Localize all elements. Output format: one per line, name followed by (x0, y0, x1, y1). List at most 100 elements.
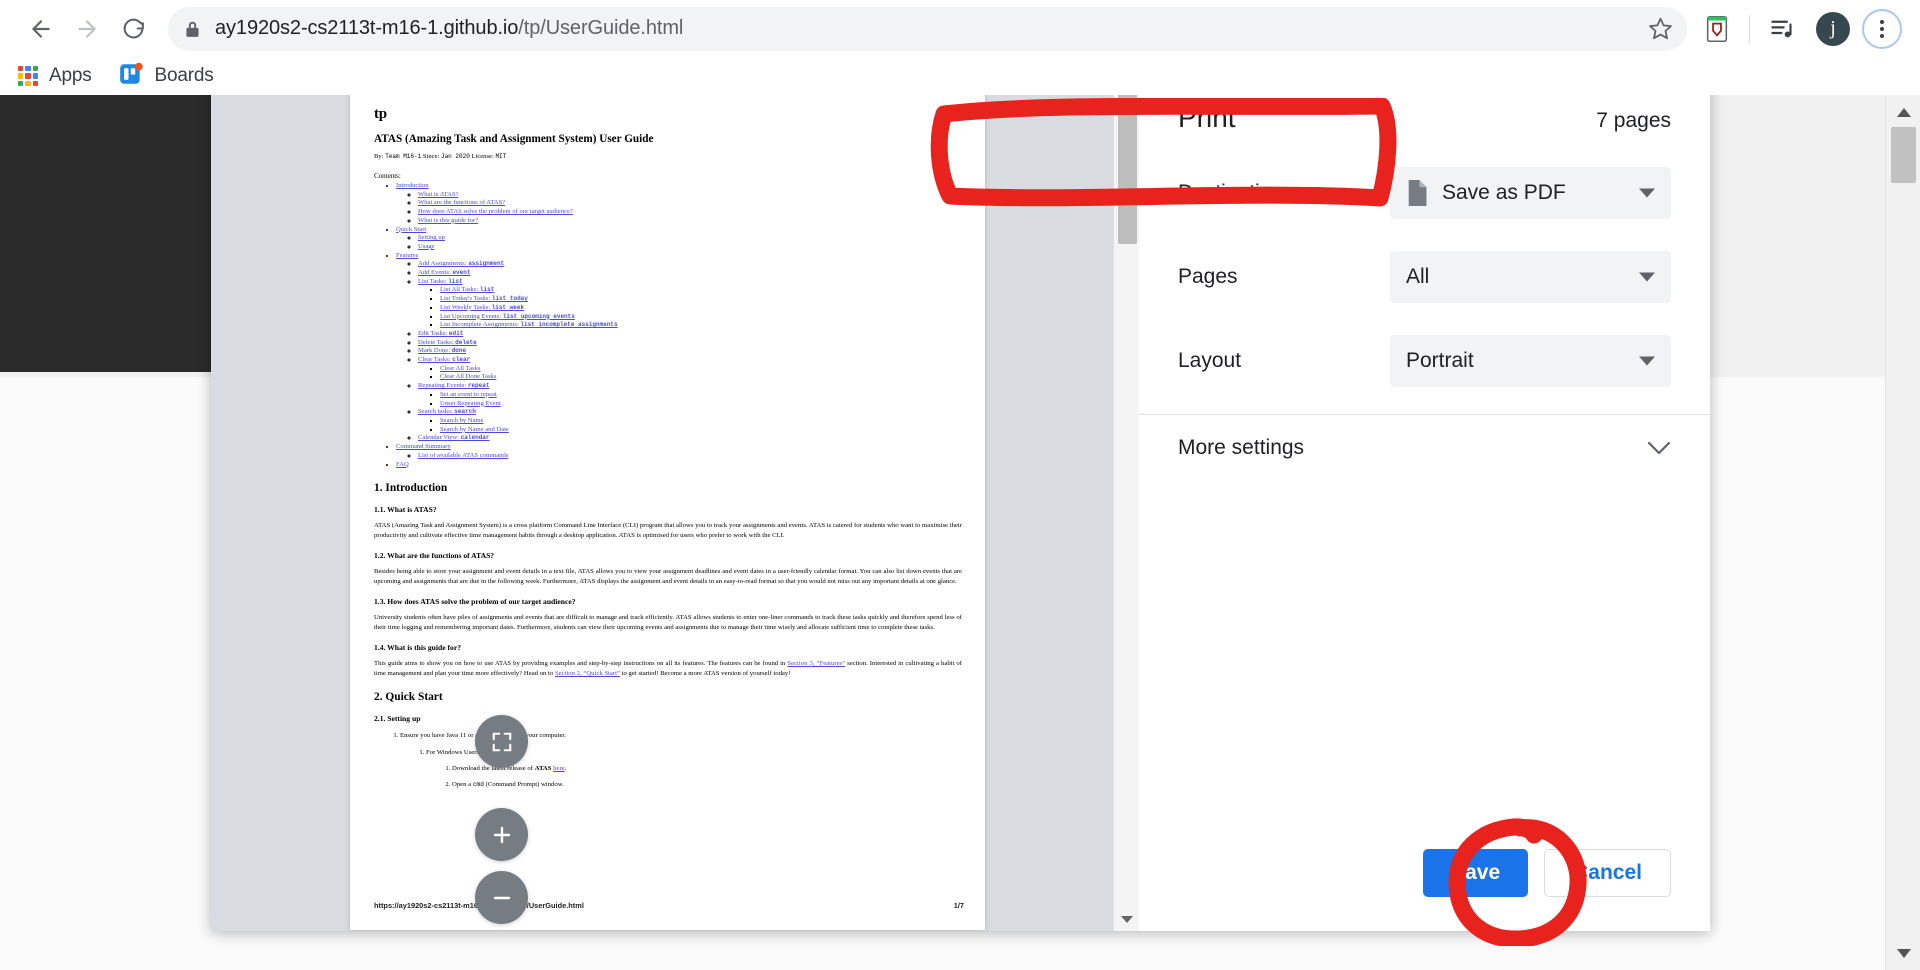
toc-link[interactable]: List All Tasks: list (440, 286, 494, 293)
bookmark-label: Apps (49, 65, 92, 86)
chevron-down-icon (1639, 272, 1655, 282)
toc-item: Clear Tasks: clear Clear All TasksClear A… (418, 356, 962, 382)
toc-item: List Today's Tasks: list today (440, 295, 962, 304)
layout-value: Portrait (1406, 349, 1474, 372)
toc-link[interactable]: Mark Done: done (418, 347, 466, 354)
doc-title: ATAS (Amazing Task and Assignment System… (374, 133, 654, 145)
toc-link[interactable]: Search by Name and Date (440, 426, 509, 433)
cancel-button[interactable]: Cancel (1544, 849, 1671, 897)
toc-link[interactable]: What are the functions of ATAS? (418, 199, 505, 206)
toc-link[interactable]: List Upcoming Events: list upcoming even… (440, 313, 575, 320)
pages-value: All (1406, 265, 1430, 288)
save-button[interactable]: Save (1423, 849, 1529, 897)
toc-link[interactable]: Clear All Tasks (440, 365, 480, 372)
toc-item: What are the functions of ATAS? (418, 199, 962, 208)
forward-button[interactable] (64, 6, 110, 52)
print-dialog: 4/4/2020 ATAS (Amazing Task and Assignme… (211, 52, 1710, 931)
preview-scrollbar[interactable] (1113, 52, 1139, 931)
section-1-1-body: ATAS (Amazing Task and Assignment System… (374, 522, 962, 539)
toc-sublist: Setting up Usage (418, 234, 962, 251)
toc-link[interactable]: Command Summary (396, 443, 451, 450)
toc-link[interactable]: List Tasks: list (418, 278, 463, 285)
zoom-in-button[interactable] (475, 808, 528, 861)
boards-icon (118, 61, 144, 92)
toc-item: Clear All Done Tasks (440, 373, 962, 382)
toc-link[interactable]: Add Assignments: assignment (418, 260, 504, 267)
profile-avatar[interactable]: j (1816, 11, 1850, 46)
toc-item: Search tasks: search Search by Name Search… (418, 408, 962, 434)
toc-link[interactable]: Clear Tasks: clear (418, 356, 470, 363)
toc-link[interactable]: Repeating Events: repeat (418, 382, 489, 389)
toc-item: List Weekly Tasks: list week (440, 304, 962, 313)
print-preview-pane: 4/4/2020 ATAS (Amazing Task and Assignme… (211, 52, 1139, 931)
toc-sublist: Clear All TasksClear All Done Tasks (440, 365, 962, 382)
section-1-1-heading: 1.1. What is ATAS? (374, 505, 437, 515)
zoom-out-button[interactable] (475, 871, 528, 924)
bookmark-boards[interactable]: Boards (118, 61, 214, 92)
toc-link[interactable]: FAQ (396, 461, 409, 468)
toc-link[interactable]: What is this guide for? (418, 217, 478, 224)
toc-link[interactable]: Add Events: event (418, 269, 470, 276)
toc-link[interactable]: Setting up (418, 234, 445, 241)
toc-command: edit (448, 329, 464, 337)
fit-to-page-button[interactable] (475, 715, 528, 768)
bookmark-star-icon[interactable] (1637, 6, 1683, 52)
pages-select[interactable]: All (1390, 251, 1671, 303)
toc-link[interactable]: Clear All Done Tasks (440, 373, 496, 380)
toc-item: Command Summary List of available ATAS co… (396, 443, 962, 460)
back-button[interactable] (18, 6, 64, 52)
reload-button[interactable] (110, 6, 156, 52)
toc-link[interactable]: List of available ATAS commands (418, 452, 508, 459)
toc-link[interactable]: Usage (418, 243, 434, 250)
preview-page: 4/4/2020 ATAS (Amazing Task and Assignme… (350, 52, 985, 930)
toc-link[interactable]: Delete Tasks: delete (418, 339, 477, 346)
toc-link[interactable]: Calendar View: calendar (418, 434, 490, 441)
toc-link[interactable]: How does ATAS solve the problem of our t… (418, 208, 573, 215)
section-3-link[interactable]: Section 3, “Features” (787, 660, 845, 667)
toc-item: What is this guide for? (418, 217, 962, 226)
page-scrollbar[interactable] (1885, 95, 1920, 970)
address-bar[interactable]: ay1920s2-cs2113t-m16-1.github.io/tp/User… (168, 6, 1687, 51)
toc-command: done (451, 347, 467, 355)
toc-link[interactable]: List Incomplete Assignments: list incomp… (440, 321, 618, 328)
page-scrollbar-thumb[interactable] (1891, 127, 1916, 183)
toc-link[interactable]: Edit Tasks: edit (418, 330, 463, 337)
preview-scroll-down-icon[interactable] (1114, 909, 1139, 929)
toc-item: FAQ (396, 461, 962, 470)
toc-link[interactable]: Introduction (396, 182, 429, 189)
toc-item: Setting up (418, 234, 962, 243)
layout-select[interactable]: Portrait (1390, 335, 1671, 387)
toc-item: List Incomplete Assignments: list incomp… (440, 321, 962, 330)
toc-link[interactable]: List Today's Tasks: list today (440, 295, 528, 302)
scroll-down-arrow-icon[interactable] (1886, 940, 1920, 966)
destination-select[interactable]: Save as PDF (1390, 167, 1671, 219)
section-2-link[interactable]: Section 2, “Quick Start” (555, 670, 620, 677)
destination-label: Destination (1178, 181, 1284, 204)
extension-icon[interactable] (1697, 9, 1737, 49)
toc-item: Search by Name (440, 417, 962, 426)
toc-link[interactable]: Unset Repeating Event (440, 400, 501, 407)
chevron-down-icon (1639, 356, 1655, 366)
destination-row: Destination Save as PDF (1178, 160, 1671, 226)
print-settings-pane: Print 7 pages Destination Save as PDF Pa (1139, 52, 1710, 931)
preview-scrollbar-thumb[interactable] (1118, 76, 1137, 244)
chrome-menu-button[interactable] (1862, 8, 1902, 49)
bookmark-apps[interactable]: Apps (18, 65, 92, 87)
toc-link[interactable]: List Weekly Tasks: list week (440, 304, 524, 311)
more-settings-row[interactable]: More settings (1139, 415, 1710, 481)
preview-page-footer: https://ay1920s2-cs2113t-m16-1.github.io… (374, 901, 964, 910)
scroll-up-arrow-icon[interactable] (1886, 99, 1920, 125)
toc-item: Calendar View: calendar (418, 434, 962, 443)
toc-link[interactable]: Quick Start (396, 226, 426, 233)
toc-command: repeat (467, 382, 490, 390)
doc-byline: By: Team M16-1 Since: Jan 2020 License: … (374, 153, 507, 160)
toc-link[interactable]: What is ATAS? (418, 191, 459, 198)
toc-link[interactable]: Search by Name (440, 417, 484, 424)
section-1-heading: 1. Introduction (374, 482, 448, 495)
toc-link[interactable]: Set an event to repeat (440, 391, 497, 398)
download-here-link[interactable]: here (553, 765, 565, 772)
toc-link[interactable]: Search tasks: search (418, 408, 476, 415)
media-queue-icon[interactable] (1762, 9, 1802, 49)
toc-item: Edit Tasks: edit (418, 330, 962, 339)
toc-link[interactable]: Features (396, 252, 418, 259)
